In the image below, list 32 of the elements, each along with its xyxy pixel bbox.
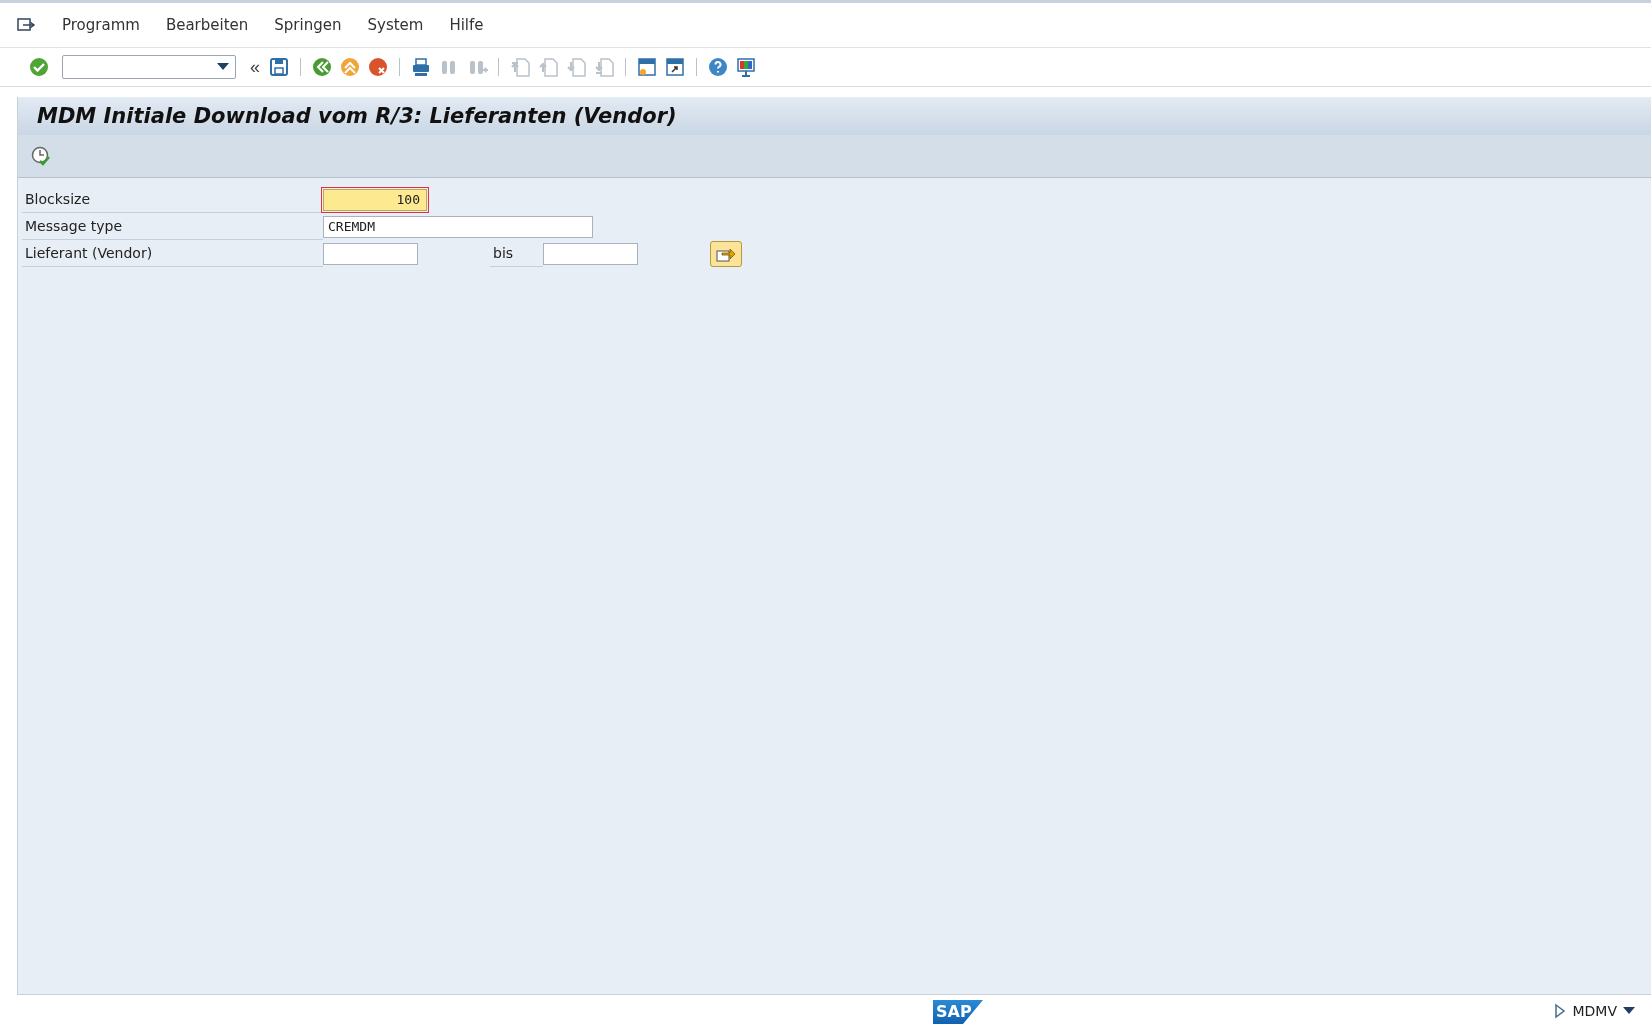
collapse-button[interactable]: « [248,56,262,78]
sap-logo: SAP [933,1000,983,1024]
monitor-icon[interactable] [735,56,757,78]
exit-icon[interactable] [339,56,361,78]
cancel-icon[interactable] [367,56,389,78]
input-field[interactable] [323,242,418,265]
menu-item[interactable]: Programm [62,16,140,34]
menu-item[interactable]: Springen [274,16,342,34]
menu-icon[interactable] [16,16,36,34]
input-field[interactable] [543,242,638,265]
dropdown-caret-icon[interactable] [1623,1007,1635,1015]
screen-title: MDM Initiale Download vom R/3: Lieferanten (Vendor) [37,104,677,128]
command-field[interactable] [62,55,236,79]
back-icon[interactable] [311,56,333,78]
field-label: Message type [22,213,323,240]
help-icon[interactable] [707,56,729,78]
checkmark-icon[interactable] [28,56,50,78]
multiple-selection-button[interactable] [710,240,742,267]
dropdown-caret-icon[interactable] [217,63,229,71]
new-window-icon[interactable] [636,56,658,78]
menu-item[interactable]: Hilfe [449,16,484,34]
input-field[interactable]: CREMDM [323,215,593,238]
save-icon[interactable] [268,56,290,78]
play-triangle-icon[interactable] [1554,1003,1567,1019]
menu-item[interactable]: System [367,16,424,34]
field-label: Lieferant (Vendor) [22,240,323,267]
shortcut-window-icon[interactable] [664,56,686,78]
clock-check-icon[interactable] [30,145,52,167]
print-icon[interactable] [410,56,432,78]
transaction-code[interactable]: MDMV [1572,1003,1617,1019]
menu-item[interactable]: Bearbeiten [165,16,249,34]
input-field[interactable]: 100 [323,188,427,211]
